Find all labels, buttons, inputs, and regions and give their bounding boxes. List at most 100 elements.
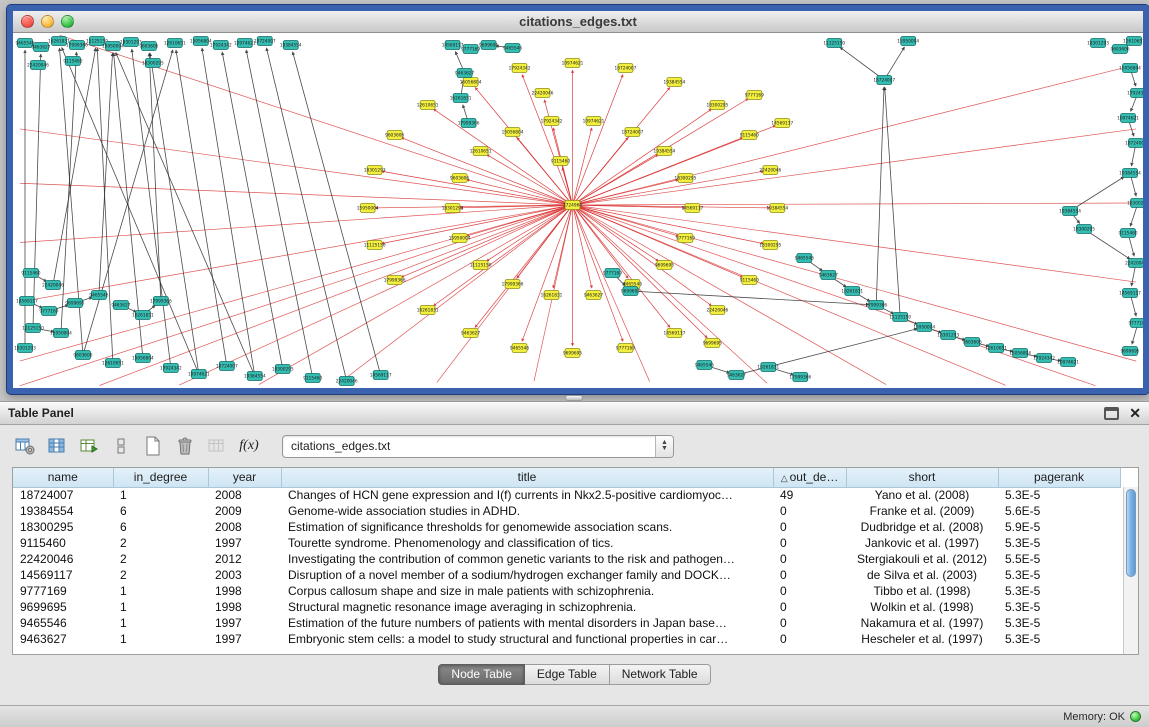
cell-title[interactable]: Structural magnetic resonance image aver… [281, 599, 773, 615]
graph-node[interactable]: 17924342 [1127, 89, 1143, 98]
graph-node[interactable]: 17924342 [541, 117, 563, 126]
col-header-year[interactable]: year [208, 468, 281, 487]
cell-name[interactable]: 9699695 [13, 599, 113, 615]
cell-year[interactable]: 2008 [208, 519, 281, 535]
table-row[interactable]: 969969511998Structural magnetic resonanc… [13, 599, 1120, 615]
graph-node[interactable]: 9115460 [303, 374, 322, 383]
graph-edge[interactable] [573, 65, 1137, 205]
graph-node[interactable]: 17924342 [210, 41, 232, 50]
table-row[interactable]: 2242004622012Investigating the contribut… [13, 551, 1120, 567]
graph-node[interactable]: 9699695 [479, 41, 498, 50]
graph-node[interactable]: 17924342 [1033, 354, 1055, 363]
graph-node[interactable]: 9115460 [740, 131, 759, 140]
graph-node[interactable]: 9699695 [563, 349, 582, 358]
graph-node[interactable]: 10974621 [188, 370, 210, 379]
graph-node[interactable]: 1724964 [563, 201, 582, 210]
cell-short[interactable]: Tibbo et al. (1998) [846, 583, 998, 599]
cell-in_degree[interactable]: 1 [113, 487, 208, 503]
graph-node[interactable]: 22420046 [759, 166, 781, 175]
cell-year[interactable]: 1998 [208, 599, 281, 615]
cell-out_degree[interactable]: 49 [773, 487, 846, 503]
graph-edge[interactable] [573, 129, 1137, 205]
graph-node[interactable]: 9603606 [1110, 45, 1129, 54]
column-selector-icon[interactable] [44, 434, 70, 458]
table-settings-icon[interactable] [12, 434, 38, 458]
table-row[interactable]: 1938455462009Genome-wide association stu… [13, 503, 1120, 519]
close-panel-icon[interactable]: ✕ [1129, 406, 1141, 420]
cell-name[interactable]: 22420046 [13, 551, 113, 567]
graph-node[interactable]: 15056804 [502, 128, 524, 137]
col-header-short[interactable]: short [846, 468, 998, 487]
tab-edge-table[interactable]: Edge Table [525, 664, 610, 685]
graph-node[interactable]: 16261831 [450, 94, 472, 103]
table-select-dropdown[interactable]: citations_edges.txt ▲▼ [282, 435, 674, 458]
graph-node[interactable]: 14569117 [1119, 289, 1141, 298]
graph-node[interactable]: 15056804 [190, 37, 212, 46]
cell-pagerank[interactable]: 5.3E-5 [998, 615, 1120, 631]
graph-node[interactable]: 18724007 [873, 76, 895, 85]
graph-node[interactable]: 18724007 [216, 362, 238, 371]
graph-node[interactable]: 17999366 [150, 297, 172, 306]
graph-edge[interactable] [62, 47, 199, 374]
graph-node[interactable]: 9699695 [65, 299, 84, 308]
graph-node[interactable]: 12610651 [985, 344, 1007, 353]
function-builder-icon[interactable]: f(x) [236, 434, 262, 458]
cell-title[interactable]: Changes of HCN gene expression and I(f) … [281, 487, 773, 503]
cell-pagerank[interactable]: 5.3E-5 [998, 631, 1120, 647]
graph-node[interactable]: 18301293 [14, 344, 36, 353]
graph-node[interactable]: 18724007 [615, 64, 637, 73]
delete-table-icon[interactable] [172, 434, 198, 458]
cell-out_degree[interactable]: 0 [773, 503, 846, 519]
graph-node[interactable]: 18300295 [759, 241, 781, 250]
tab-node-table[interactable]: Node Table [438, 664, 525, 685]
graph-node[interactable]: 16261831 [132, 311, 154, 320]
graph-node[interactable]: 15950004 [50, 329, 72, 338]
table-row[interactable]: 946554611997Estimation of the future num… [13, 615, 1120, 631]
graph-node[interactable]: 9465546 [89, 291, 108, 300]
graph-edge[interactable] [246, 50, 313, 378]
graph-node[interactable]: 18724007 [254, 37, 276, 46]
graph-node[interactable]: 11125150 [889, 313, 911, 322]
graph-edge[interactable] [59, 48, 82, 355]
graph-node[interactable]: 18300295 [1073, 225, 1095, 234]
graph-edge[interactable] [573, 180, 679, 205]
graph-node[interactable]: 18300295 [142, 59, 164, 68]
table-row[interactable]: 911546021997Tourette syndrome. Phenomeno… [13, 535, 1120, 551]
graph-node[interactable]: 11125150 [364, 241, 386, 250]
graph-node[interactable]: 9603606 [385, 131, 404, 140]
cell-year[interactable]: 2003 [208, 567, 281, 583]
graph-edge[interactable] [20, 183, 573, 205]
cell-short[interactable]: Wolkin et al. (1998) [846, 599, 998, 615]
graph-node[interactable]: 22420046 [336, 377, 358, 386]
graph-node[interactable]: 18301293 [1087, 39, 1109, 48]
graph-node[interactable]: 12610651 [470, 147, 492, 156]
cell-in_degree[interactable]: 1 [113, 599, 208, 615]
cell-in_degree[interactable]: 1 [113, 631, 208, 647]
cell-short[interactable]: Jankovic et al. (1997) [846, 535, 998, 551]
graph-node[interactable]: 22420046 [27, 61, 49, 70]
cell-out_degree[interactable]: 0 [773, 615, 846, 631]
graph-edge[interactable] [573, 205, 1137, 361]
graph-node[interactable]: 17999366 [458, 119, 480, 128]
graph-edge[interactable] [338, 205, 572, 384]
row-options-icon[interactable] [108, 434, 134, 458]
graph-edge[interactable] [176, 50, 227, 366]
graph-node[interactable]: 9699695 [655, 261, 674, 270]
graph-node[interactable]: 18301293 [442, 204, 464, 213]
graph-node[interactable]: 9463627 [727, 371, 746, 380]
table-scrollbar[interactable] [1123, 487, 1138, 654]
graph-node[interactable]: 11125150 [823, 39, 845, 48]
graph-node[interactable]: 18300295 [1127, 199, 1143, 208]
cell-short[interactable]: Yano et al. (2008) [846, 487, 998, 503]
cell-name[interactable]: 9465546 [13, 615, 113, 631]
graph-edge[interactable] [60, 35, 573, 205]
graph-node[interactable]: 9777169 [745, 91, 764, 100]
col-header-name[interactable]: name [13, 468, 113, 487]
graph-node[interactable]: 10974621 [234, 39, 256, 48]
graph-node[interactable]: 9699695 [621, 287, 640, 296]
cell-title[interactable]: Tourette syndrome. Phenomenology and cla… [281, 535, 773, 551]
graph-node[interactable]: 9115460 [1118, 229, 1137, 238]
graph-node[interactable]: 16261831 [541, 291, 563, 300]
graph-node[interactable]: 15950004 [913, 323, 935, 332]
graph-node[interactable]: 18300295 [272, 365, 294, 374]
